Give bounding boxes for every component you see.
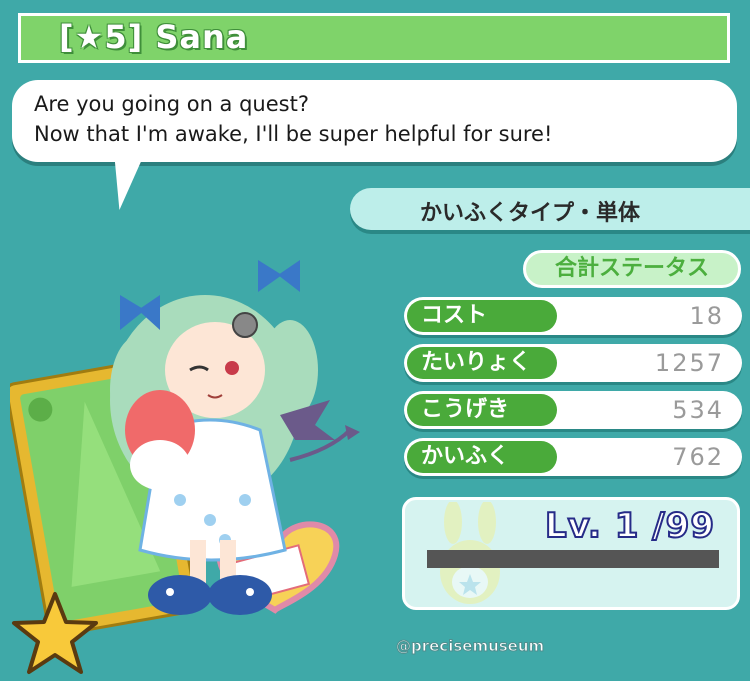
rarity-star-icon <box>12 592 98 674</box>
stat-value-cost: 18 <box>689 302 724 330</box>
stat-value-attack: 534 <box>672 396 724 424</box>
dialogue-bubble: Are you going on a quest? Now that I'm a… <box>12 80 737 162</box>
exp-bar <box>427 550 719 568</box>
title-bar: [★5] Sana <box>18 13 730 63</box>
bubble-tail <box>105 158 143 210</box>
stat-row-attack: こうげき 534 <box>404 391 742 429</box>
stat-value-recovery: 762 <box>672 443 724 471</box>
stat-value-hp: 1257 <box>654 349 724 377</box>
card-type-label: かいふくタイプ・単体 <box>419 201 640 226</box>
stat-row-recovery: かいふく 762 <box>404 438 742 476</box>
stat-label-hp: たいりょく <box>407 347 557 379</box>
stat-row-hp: たいりょく 1257 <box>404 344 742 382</box>
stat-label-attack: こうげき <box>407 394 557 426</box>
character-title: [★5] Sana <box>59 18 249 56</box>
card-type-banner: かいふくタイプ・単体 <box>350 188 750 230</box>
level-display: Lv. 1 /99 <box>544 505 715 547</box>
total-status-header: 合計ステータス <box>523 250 741 288</box>
level-panel: Lv. 1 /99 <box>402 497 740 610</box>
stat-row-cost: コスト 18 <box>404 297 742 335</box>
watermark: @precisemuseum <box>395 637 545 656</box>
dialogue-line-1: Are you going on a quest? <box>34 92 309 116</box>
stat-label-cost: コスト <box>407 300 557 332</box>
stat-label-recovery: かいふく <box>407 441 557 473</box>
dialogue-line-2: Now that I'm awake, I'll be super helpfu… <box>34 122 553 146</box>
